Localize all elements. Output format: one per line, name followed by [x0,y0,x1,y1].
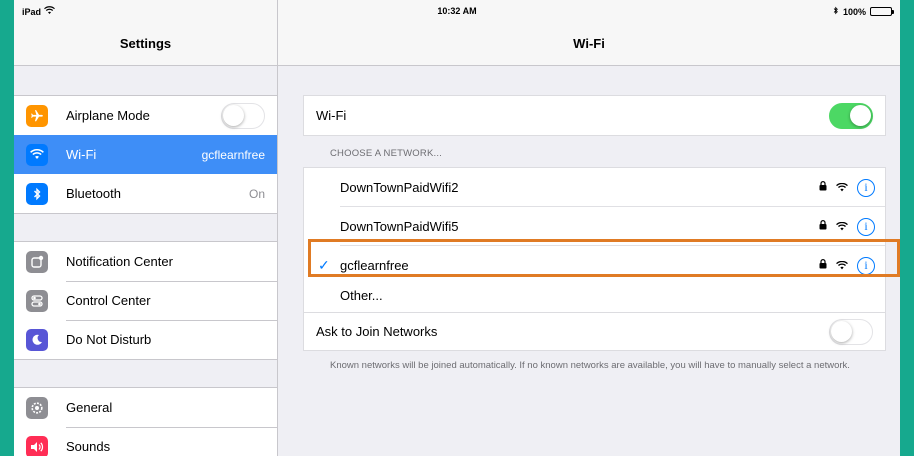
selected-network-highlight [308,239,900,277]
sidebar-item-control-center[interactable]: Control Center [14,281,277,320]
wifi-toggle-card: Wi-Fi [303,95,886,136]
airplane-mode-toggle[interactable] [221,102,265,129]
network-row[interactable]: DownTownPaidWifi2 i [304,168,885,207]
lock-icon [819,181,827,194]
status-right: 100% [833,6,894,17]
airplane-icon [26,104,48,127]
settings-sidebar: Airplane Mode Wi-Fi gcflearnfree Bluetoo… [14,66,277,456]
speaker-icon [26,435,48,456]
battery-icon [870,7,894,16]
ask-to-join-label: Ask to Join Networks [316,324,438,339]
sidebar-item-value: gcflearnfree [201,147,265,162]
other-network-row[interactable]: Other... [304,285,885,315]
control-center-icon [26,289,48,312]
wifi-toggle-row: Wi-Fi [304,96,885,135]
clock: 10:32 AM [437,6,477,16]
bluetooth-status-icon [833,6,839,17]
info-icon[interactable]: i [857,178,875,197]
sidebar-item-label: General [66,400,113,415]
status-bar: iPad 10:32 AM 100% [14,0,900,22]
moon-icon [26,328,48,351]
wifi-toggle[interactable] [829,102,873,129]
battery-percent: 100% [842,6,866,17]
network-section-label: CHOOSE A NETWORK... [330,148,443,159]
wifi-strength-icon [836,220,848,234]
sidebar-item-general[interactable]: General [14,388,277,427]
sidebar-item-value: On [248,186,265,201]
sidebar-title: Settings [119,36,172,51]
sidebar-item-label: Airplane Mode [66,108,150,123]
sidebar-item-label: Sounds [66,439,111,454]
ask-to-join-card: Ask to Join Networks [303,312,886,351]
sidebar-item-sounds[interactable]: Sounds [14,427,277,456]
notification-center-icon [26,250,48,273]
sidebar-item-label: Wi-Fi [66,147,97,162]
ask-to-join-row: Ask to Join Networks [304,313,885,350]
sidebar-item-label: Notification Center [66,254,173,269]
bluetooth-icon [26,182,48,205]
sidebar-item-label: Do Not Disturb [66,332,152,347]
ask-to-join-toggle[interactable] [829,318,873,345]
lock-icon [819,220,827,233]
sidebar-item-wifi[interactable]: Wi-Fi gcflearnfree [14,135,277,174]
gear-icon [26,396,48,419]
sidebar-item-notification-center[interactable]: Notification Center [14,242,277,281]
sidebar-item-do-not-disturb[interactable]: Do Not Disturb [14,320,277,359]
wifi-icon [26,143,48,166]
sidebar-group-general: General Sounds [14,387,277,456]
wifi-strength-icon [836,181,848,195]
network-name: DownTownPaidWifi2 [340,180,459,195]
info-icon[interactable]: i [857,217,875,236]
detail-title: Wi-Fi [573,36,605,51]
sidebar-item-airplane-mode[interactable]: Airplane Mode [14,96,277,135]
other-network-label: Other... [340,288,383,303]
sidebar-header: Settings [14,22,277,66]
sidebar-group-centers: Notification Center Control Center Do No… [14,241,277,360]
network-name: DownTownPaidWifi5 [340,219,459,234]
sidebar-item-label: Bluetooth [66,186,121,201]
wifi-toggle-label: Wi-Fi [316,108,347,123]
detail-header: Wi-Fi [278,22,900,66]
sidebar-group-connectivity: Airplane Mode Wi-Fi gcflearnfree Bluetoo… [14,95,277,214]
sidebar-item-bluetooth[interactable]: Bluetooth On [14,174,277,213]
ipad-screen: iPad 10:32 AM 100% Settings Wi-Fi Airpla… [14,0,900,456]
sidebar-item-label: Control Center [66,293,151,308]
ask-to-join-footnote: Known networks will be joined automatica… [330,360,850,371]
